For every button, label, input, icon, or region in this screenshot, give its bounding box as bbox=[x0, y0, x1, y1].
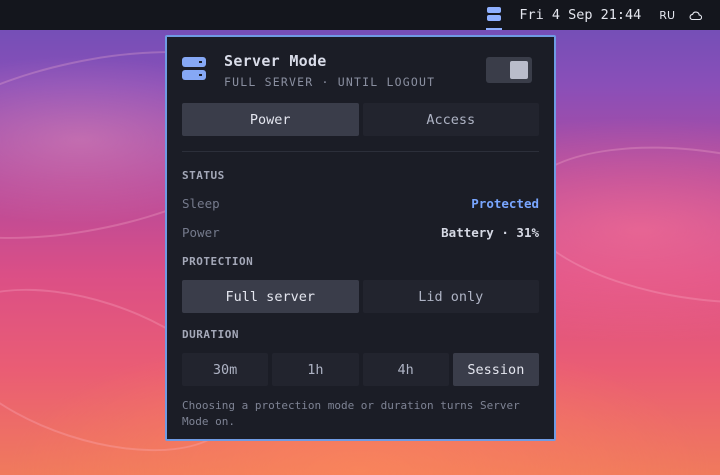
cloud-icon[interactable] bbox=[689, 11, 702, 20]
protection-section-label: PROTECTION bbox=[182, 255, 254, 268]
protection-options: Full server Lid only bbox=[182, 280, 539, 313]
panel-subtitle: FULL SERVER · UNTIL LOGOUT bbox=[224, 74, 436, 89]
tab-power[interactable]: Power bbox=[182, 103, 359, 136]
help-note: Choosing a protection mode or duration t… bbox=[182, 399, 520, 428]
status-row-sleep: Sleep Protected bbox=[182, 189, 539, 218]
panel-header: Server Mode FULL SERVER · UNTIL LOGOUT bbox=[182, 37, 539, 103]
duration-options: 30m 1h 4h Session bbox=[182, 353, 539, 386]
protection-full-server-button[interactable]: Full server bbox=[182, 280, 359, 313]
keyboard-layout[interactable]: RU bbox=[659, 9, 675, 22]
status-key: Sleep bbox=[182, 196, 220, 211]
tab-bar: Power Access bbox=[182, 103, 539, 136]
server-icon bbox=[182, 57, 206, 81]
duration-30m-button[interactable]: 30m bbox=[182, 353, 269, 386]
duration-session-button[interactable]: Session bbox=[452, 353, 539, 386]
status-row-power: Power Battery · 31% bbox=[182, 218, 539, 247]
server-mode-panel: Server Mode FULL SERVER · UNTIL LOGOUT P… bbox=[165, 35, 556, 441]
server-mode-menubar-icon[interactable] bbox=[486, 7, 503, 30]
duration-section-label: DURATION bbox=[182, 328, 239, 341]
duration-1h-button[interactable]: 1h bbox=[272, 353, 359, 386]
menu-bar: Fri 4 Sep 21:44 RU bbox=[0, 0, 720, 30]
duration-4h-button[interactable]: 4h bbox=[362, 353, 449, 386]
status-value: Protected bbox=[471, 196, 539, 211]
status-section-label: STATUS bbox=[182, 169, 225, 182]
divider bbox=[182, 151, 539, 152]
clock[interactable]: Fri 4 Sep 21:44 bbox=[519, 7, 641, 23]
toggle-knob bbox=[510, 61, 528, 79]
server-mode-toggle[interactable] bbox=[486, 57, 532, 83]
status-value: Battery · 31% bbox=[441, 225, 539, 240]
protection-lid-only-button[interactable]: Lid only bbox=[362, 280, 539, 313]
status-key: Power bbox=[182, 225, 220, 240]
tab-access[interactable]: Access bbox=[362, 103, 539, 136]
panel-title: Server Mode bbox=[224, 51, 327, 70]
